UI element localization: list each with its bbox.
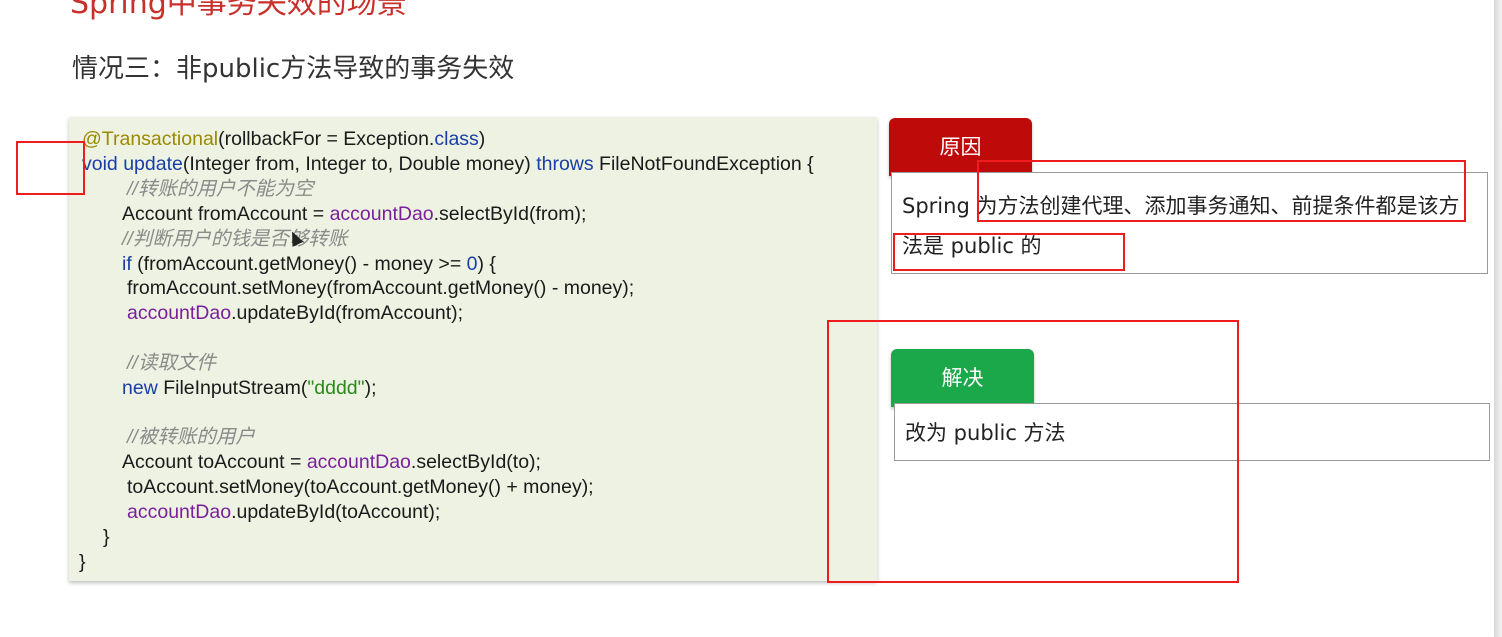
field-token: accountDao	[306, 451, 411, 473]
code-comment-4: //被转账的用户	[127, 426, 255, 448]
code-text: (Integer from, Integer to, Double money)	[182, 153, 537, 175]
code-line-12: Account toAccount = accountDao.selectByI…	[122, 450, 541, 474]
slide: Spring中事务失效的场景 情况三：非public方法导致的事务失效 @Tra…	[0, 0, 1502, 637]
field-token: accountDao	[127, 501, 232, 523]
code-text: FileInputStream(	[157, 377, 308, 399]
string-token: "dddd"	[307, 377, 365, 399]
keyword-token: new	[122, 377, 158, 399]
code-line-8: accountDao.updateById(fromAccount);	[127, 301, 463, 325]
method-name-token: update	[123, 153, 183, 175]
code-text: );	[364, 377, 377, 399]
window-edge	[1494, 0, 1502, 637]
code-line-1: @Transactional(rollbackFor = Exception.c…	[82, 127, 485, 151]
code-text: )	[478, 128, 486, 150]
field-token: accountDao	[329, 203, 434, 225]
keyword-token: void	[82, 153, 118, 175]
keyword-token: if	[122, 253, 132, 275]
code-text: .updateById(toAccount);	[231, 501, 441, 523]
code-text: Account fromAccount =	[122, 203, 330, 225]
code-line-10: new FileInputStream("dddd");	[122, 376, 377, 400]
solution-textbox: 改为 public 方法	[894, 403, 1490, 461]
code-comment-2: //判断用户的钱是否够转账	[122, 228, 348, 250]
code-line-7: fromAccount.setMoney(fromAccount.getMone…	[127, 277, 635, 299]
slide-subtitle: 情况三：非public方法导致的事务失效	[72, 54, 515, 84]
slide-title: Spring中事务失效的场景	[70, 0, 407, 21]
code-text: ) {	[477, 253, 496, 275]
field-token: accountDao	[127, 302, 232, 324]
reason-textbox: Spring 为方法创建代理、添加事务通知、前提条件都是该方法是 public …	[891, 172, 1488, 274]
code-text: (rollbackFor = Exception.	[218, 128, 435, 150]
code-text: (fromAccount.getMoney() - money >=	[131, 253, 467, 275]
code-line-2: void update(Integer from, Integer to, Do…	[82, 152, 814, 176]
code-line-13: toAccount.setMoney(toAccount.getMoney() …	[127, 476, 594, 498]
code-line-4: Account fromAccount = accountDao.selectB…	[122, 202, 586, 226]
code-line-6: if (fromAccount.getMoney() - money >= 0)…	[122, 252, 496, 276]
code-line-15: }	[103, 526, 110, 548]
code-comment-3: //读取文件	[127, 352, 216, 374]
code-panel: @Transactional(rollbackFor = Exception.c…	[69, 117, 877, 581]
solution-badge: 解决	[891, 349, 1034, 407]
reason-badge: 原因	[889, 118, 1032, 176]
number-token: 0	[466, 253, 478, 275]
code-comment-1: //转账的用户不能为空	[127, 178, 314, 200]
code-line-16: }	[79, 551, 86, 573]
code-text: .selectById(from);	[433, 203, 587, 225]
code-line-14: accountDao.updateById(toAccount);	[127, 500, 440, 524]
code-text: FileNotFoundException {	[593, 153, 814, 175]
code-text: Account toAccount =	[122, 451, 307, 473]
keyword-token: throws	[536, 153, 594, 175]
code-text: .updateById(fromAccount);	[231, 302, 464, 324]
code-text: .selectById(to);	[410, 451, 541, 473]
annotation-token: @Transactional	[82, 128, 219, 150]
keyword-token: class	[434, 128, 479, 150]
